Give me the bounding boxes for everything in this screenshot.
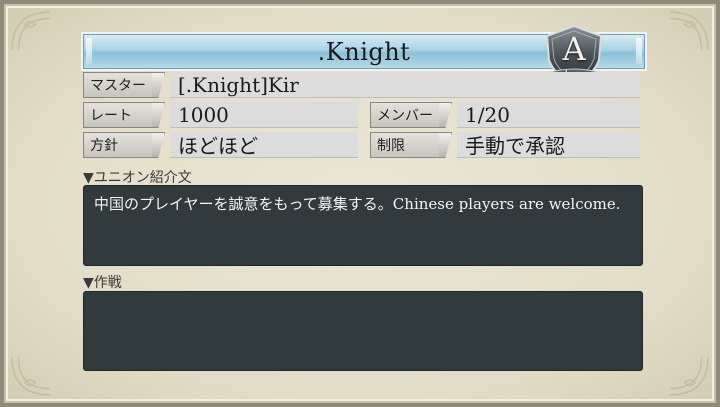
member-value: 1/20 bbox=[457, 102, 640, 128]
restriction-value: 手動で承認 bbox=[457, 132, 640, 158]
ornament-corner-icon bbox=[668, 355, 710, 397]
ornament-corner-icon bbox=[668, 10, 710, 52]
ornament-corner-icon bbox=[10, 10, 52, 52]
title-cap-left bbox=[86, 38, 92, 64]
master-label-text: マスター bbox=[90, 78, 146, 94]
policy-label-text: 方針 bbox=[90, 138, 118, 154]
rate-label-text: レート bbox=[90, 108, 132, 124]
policy-value: ほどほど bbox=[170, 132, 358, 158]
rate-label: レート bbox=[83, 102, 165, 128]
member-label: メンバー bbox=[370, 102, 452, 128]
union-name: .Knight bbox=[317, 37, 411, 66]
union-info-panel: .Knight A class マスター [.Knight]Kir レート 10… bbox=[0, 0, 720, 407]
restriction-label-text: 制限 bbox=[377, 138, 405, 154]
introduction-heading: ▼ユニオン紹介文 bbox=[83, 170, 192, 186]
policy-label: 方針 bbox=[83, 132, 165, 158]
strategy-heading: ▼作戦 bbox=[83, 275, 122, 291]
restriction-label: 制限 bbox=[370, 132, 452, 158]
introduction-text: 中国のプレイヤーを誠意をもって募集する。Chinese players are … bbox=[83, 185, 643, 266]
rate-value: 1000 bbox=[170, 102, 358, 128]
strategy-text bbox=[83, 291, 643, 371]
master-label: マスター bbox=[83, 72, 165, 98]
master-value: [.Knight]Kir bbox=[170, 72, 640, 98]
ornament-corner-icon bbox=[10, 355, 52, 397]
title-cap-right bbox=[636, 38, 642, 64]
class-letter: A bbox=[562, 30, 586, 68]
member-label-text: メンバー bbox=[377, 108, 433, 124]
